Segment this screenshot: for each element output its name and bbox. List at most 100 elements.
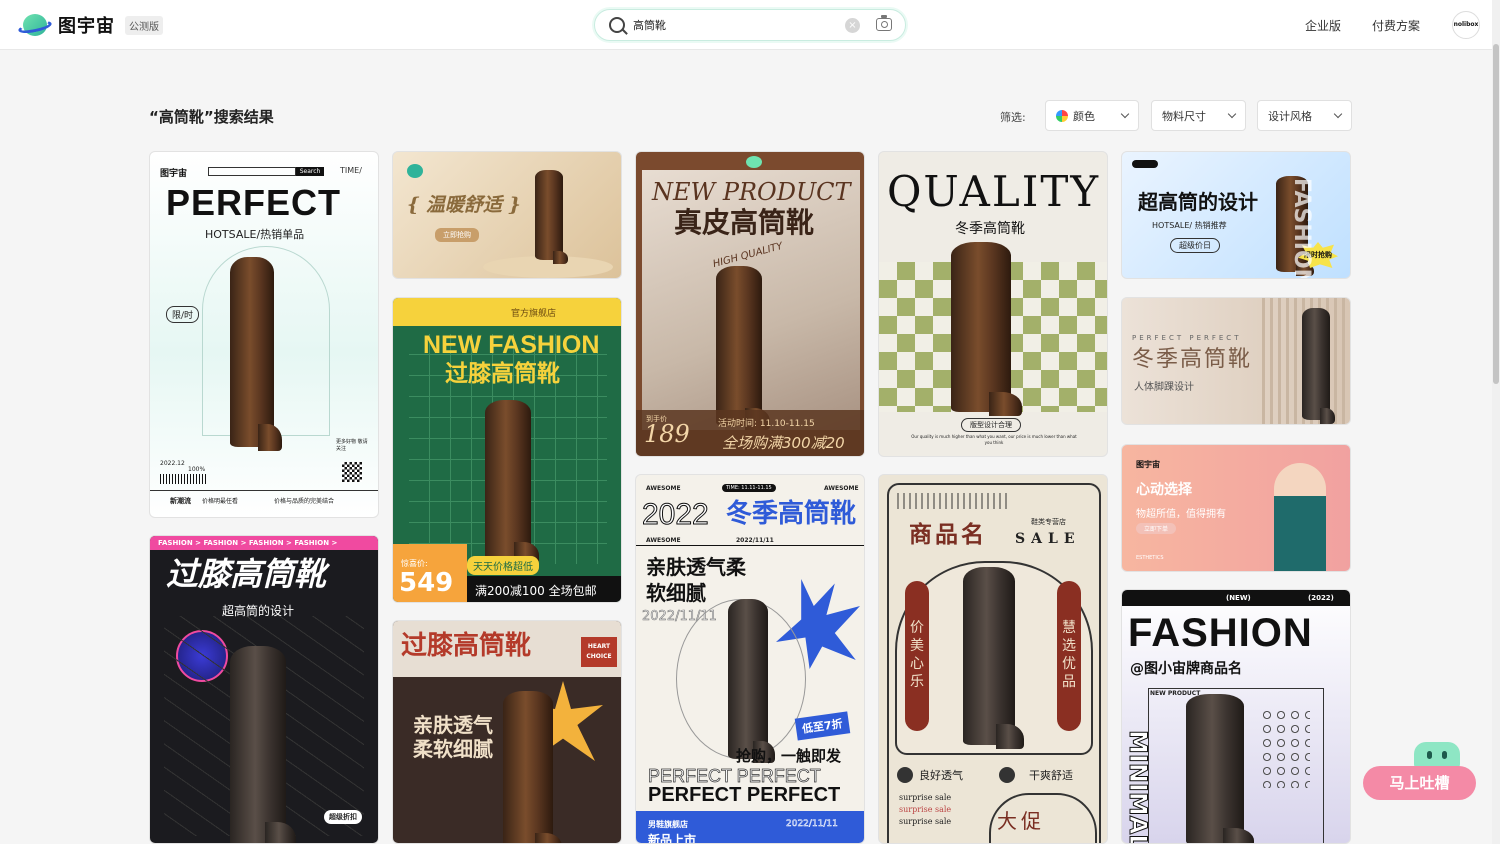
card-title: 过膝高筒靴 <box>445 361 560 387</box>
card-subtitle: HOTSALE/ 热销推荐 <box>1152 221 1227 230</box>
boot-image <box>230 646 297 843</box>
nav-pricing[interactable]: 付费方案 <box>1372 17 1420 34</box>
card-sale-line: surprise sale <box>899 817 952 826</box>
card-divider <box>150 490 378 491</box>
card-divider <box>636 545 864 546</box>
card-button: 立即下单 <box>1136 523 1177 534</box>
card-subtitle: HOTSALE/热销单品 <box>205 228 305 241</box>
feedback-button[interactable]: 马上吐槽 <box>1363 766 1476 800</box>
card-subtitle: 人体脚踝设计 <box>1134 382 1194 393</box>
result-card[interactable]: 商品名 鞋类专营店 SALE 价美心乐 慧选优品 良好透气 干爽舒适 surpr… <box>878 474 1108 844</box>
result-card[interactable]: 超高筒的设计 HOTSALE/ 热销推荐 超级价日 限时抢购 FASHION <box>1121 151 1351 279</box>
boot-image <box>485 400 540 564</box>
card-brand: 图宇宙 <box>160 169 188 179</box>
card-title: { 温暖舒适 } <box>407 194 521 216</box>
camera-icon[interactable] <box>876 15 892 31</box>
chevron-down-icon <box>1333 109 1343 119</box>
card-side-text: FASHION <box>1289 178 1314 279</box>
chevron-down-icon <box>1120 109 1130 119</box>
beta-badge: 公测版 <box>125 15 163 35</box>
boot-image <box>503 691 562 843</box>
search-bar[interactable]: × <box>594 9 906 41</box>
result-card[interactable]: NEW PRODUCT 真皮高筒靴 HIGH QUALITY 到手价 189 活… <box>635 151 865 457</box>
filter-color[interactable]: 颜色 <box>1045 100 1139 131</box>
card-right-banner: 慧选优品 <box>1057 581 1081 731</box>
model-figure <box>1274 463 1326 571</box>
filter-label: 筛选: <box>1000 111 1026 124</box>
card-title: 真皮高筒靴 <box>674 206 815 239</box>
page-scrollbar[interactable] <box>1492 0 1500 844</box>
card-en: PERFECT PERFECT <box>648 784 841 806</box>
result-card[interactable]: (NEW) (2022) FASHION @图小宙牌商品名 NEW PRODUC… <box>1121 589 1351 844</box>
result-card[interactable]: 过膝高筒靴 HEART CHOICE 亲肤透气 柔软细腻 <box>392 620 622 844</box>
result-card[interactable]: PERFECT PERFECT 冬季高筒靴 人体脚踝设计 <box>1121 297 1351 425</box>
card-title: 心动选择 <box>1136 482 1192 498</box>
filter-size[interactable]: 物料尺寸 <box>1151 100 1246 131</box>
boot-image <box>1302 308 1336 424</box>
card-year: (2022) <box>1308 594 1334 602</box>
card-subtitle: 物超所值，值得拥有 <box>1136 509 1226 520</box>
card-date: 2022/11/11 <box>736 537 774 544</box>
filter-style[interactable]: 设计风格 <box>1257 100 1352 131</box>
avatar[interactable]: nolibox <box>1452 11 1480 39</box>
result-card[interactable]: FASHION > FASHION > FASHION > FASHION > … <box>149 535 379 844</box>
card-cta: 抢购，一触即发 <box>736 747 842 765</box>
card-date: 2022.12 <box>160 460 185 467</box>
card-feature-1: 良好透气 <box>919 769 963 782</box>
card-footer: Our quality is much higher than what you… <box>911 434 1077 445</box>
card-title-number: 2022 <box>642 498 710 531</box>
search-icon[interactable] <box>609 17 625 33</box>
card-line-2: 软细腻 <box>646 581 706 605</box>
card-logo <box>1132 160 1158 168</box>
leaf-pattern <box>897 493 1007 509</box>
card-footer-1: 新潮流 <box>170 497 191 505</box>
card-feature-2: 干爽舒适 <box>1029 769 1073 782</box>
card-kicker: PERFECT PERFECT <box>1132 334 1242 342</box>
card-footer: ESTHETICS <box>1136 555 1164 561</box>
card-tag-3: AWESOME <box>646 537 681 544</box>
card-line-1: 亲肤透气柔 <box>646 555 746 579</box>
card-line-1: 亲肤透气 <box>413 713 493 737</box>
result-card[interactable]: QUALITY 冬季高筒靴 版型设计合理 Our quality is much… <box>878 151 1108 457</box>
card-title: 过膝高筒靴 <box>401 631 532 661</box>
card-new-label: NEW PRODUCT <box>1150 690 1201 697</box>
card-time: TIME: 11.11-11.15 <box>722 484 776 492</box>
result-card[interactable]: { 温暖舒适 } 立即抢购 <box>392 151 622 279</box>
card-time: TIME/ <box>340 166 362 175</box>
card-sale: SALE <box>1015 531 1081 547</box>
qr-code-icon <box>342 462 362 482</box>
card-store: 男鞋旗舰店 <box>648 820 688 829</box>
page-title: “高筒靴”搜索结果 <box>149 108 274 126</box>
card-line-2: 柔软细腻 <box>413 737 493 761</box>
result-card[interactable]: 图宇宙 心动选择 物超所值，值得拥有 立即下单 ESTHETICS <box>1121 444 1351 572</box>
planet-logo-icon <box>407 164 423 178</box>
feature-icon <box>999 767 1015 783</box>
card-head: (NEW) <box>1226 594 1251 602</box>
card-footer-2: 价格明最任看 <box>202 498 239 505</box>
card-title: 冬季高筒靴 <box>1132 347 1253 372</box>
search-input[interactable] <box>633 15 833 35</box>
card-crumbs: FASHION > FASHION > FASHION > FASHION > <box>150 536 378 550</box>
card-time: 活动时间: 11.10-11.15 <box>718 419 815 429</box>
clear-icon[interactable]: × <box>845 18 860 33</box>
result-card[interactable]: 图宇宙 Search TIME/ PERFECT HOTSALE/热销单品 限/… <box>149 151 379 518</box>
nav-enterprise[interactable]: 企业版 <box>1305 17 1341 34</box>
result-card[interactable]: AWESOME TIME: 11.11-11.15 AWESOME 2022 冬… <box>635 474 865 844</box>
card-top-band <box>393 298 621 326</box>
app-name: 图宇宙 <box>58 16 115 37</box>
card-sale-line: surprise sale <box>899 793 952 802</box>
top-header: 图宇宙 公测版 × 企业版 付费方案 nolibox <box>0 0 1492 50</box>
barcode-icon <box>160 474 208 484</box>
app-logo[interactable]: 图宇宙 公测版 <box>17 12 163 38</box>
card-title: 冬季高筒靴 <box>726 499 857 529</box>
chevron-down-icon <box>1227 109 1237 119</box>
card-price: 549 <box>399 568 454 598</box>
result-card[interactable]: 官方旗舰店 NEW FASHION 过膝高筒靴 惊喜价: 549 天天价格超低 … <box>392 297 622 603</box>
card-title: 商品名 <box>909 521 987 548</box>
scroll-thumb[interactable] <box>1493 44 1499 384</box>
dot-ring-pattern <box>1260 708 1310 788</box>
card-footer-3: 价格与品质的完美结合 <box>274 498 335 505</box>
card-left-banner: 价美心乐 <box>905 581 929 731</box>
card-title-en: NEW PRODUCT <box>652 178 851 206</box>
card-button: 立即抢购 <box>435 228 479 242</box>
